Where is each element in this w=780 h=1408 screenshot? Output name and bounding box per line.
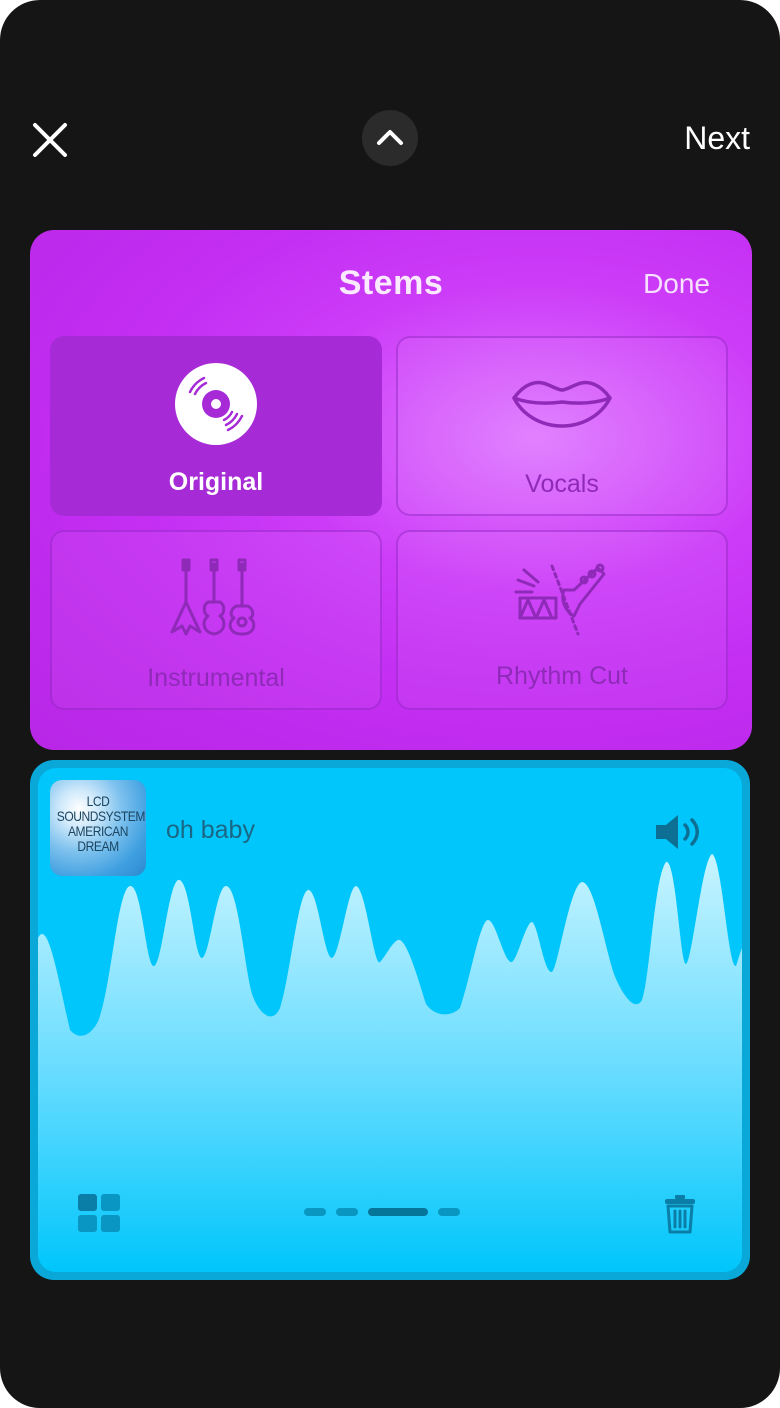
stem-option-label: Rhythm Cut <box>496 662 628 690</box>
close-icon <box>33 123 67 157</box>
grid-icon <box>78 1194 120 1232</box>
top-bar: Next <box>0 100 780 176</box>
album-art: LCD SOUNDSYSTEM AMERICAN DREAM <box>50 780 146 876</box>
page-dot[interactable] <box>304 1208 326 1216</box>
album-art-text: LCD SOUNDSYSTEM AMERICAN DREAM <box>56 793 146 854</box>
track-name: oh baby <box>166 816 255 844</box>
next-button[interactable]: Next <box>684 118 750 158</box>
track-card-inner: LCD SOUNDSYSTEM AMERICAN DREAM oh baby <box>38 768 742 1272</box>
page-dot[interactable] <box>336 1208 358 1216</box>
delete-button[interactable] <box>664 1194 696 1239</box>
stem-option-label: Instrumental <box>147 664 285 692</box>
stems-grid-button[interactable] <box>78 1194 122 1239</box>
done-button[interactable]: Done <box>643 268 710 300</box>
stem-option-rhythm-cut[interactable]: Rhythm Cut <box>396 530 728 710</box>
stem-option-original[interactable]: Original <box>50 336 382 516</box>
track-card: LCD SOUNDSYSTEM AMERICAN DREAM oh baby <box>30 760 750 1280</box>
guitars-icon <box>170 558 256 636</box>
collapse-button[interactable] <box>362 110 418 166</box>
chevron-up-icon <box>377 130 403 145</box>
page-indicator <box>304 1208 474 1218</box>
stem-option-vocals[interactable]: Vocals <box>396 336 728 516</box>
phone-screen: Next Stems Done Original Vocals Instrume… <box>0 0 780 1408</box>
page-dot-active[interactable] <box>368 1208 428 1216</box>
trash-icon <box>665 1195 695 1234</box>
volume-button[interactable] <box>654 812 704 857</box>
speaker-icon <box>656 815 699 849</box>
stems-panel: Stems Done Original Vocals Instrumental … <box>30 230 752 750</box>
stem-option-label: Vocals <box>525 470 599 498</box>
stem-option-instrumental[interactable]: Instrumental <box>50 530 382 710</box>
drum-guitar-cut-icon <box>514 563 606 636</box>
close-button[interactable] <box>28 118 72 162</box>
vinyl-record-icon <box>175 363 257 445</box>
page-dot[interactable] <box>438 1208 460 1216</box>
stem-option-label: Original <box>168 468 264 496</box>
lips-icon <box>512 380 612 428</box>
